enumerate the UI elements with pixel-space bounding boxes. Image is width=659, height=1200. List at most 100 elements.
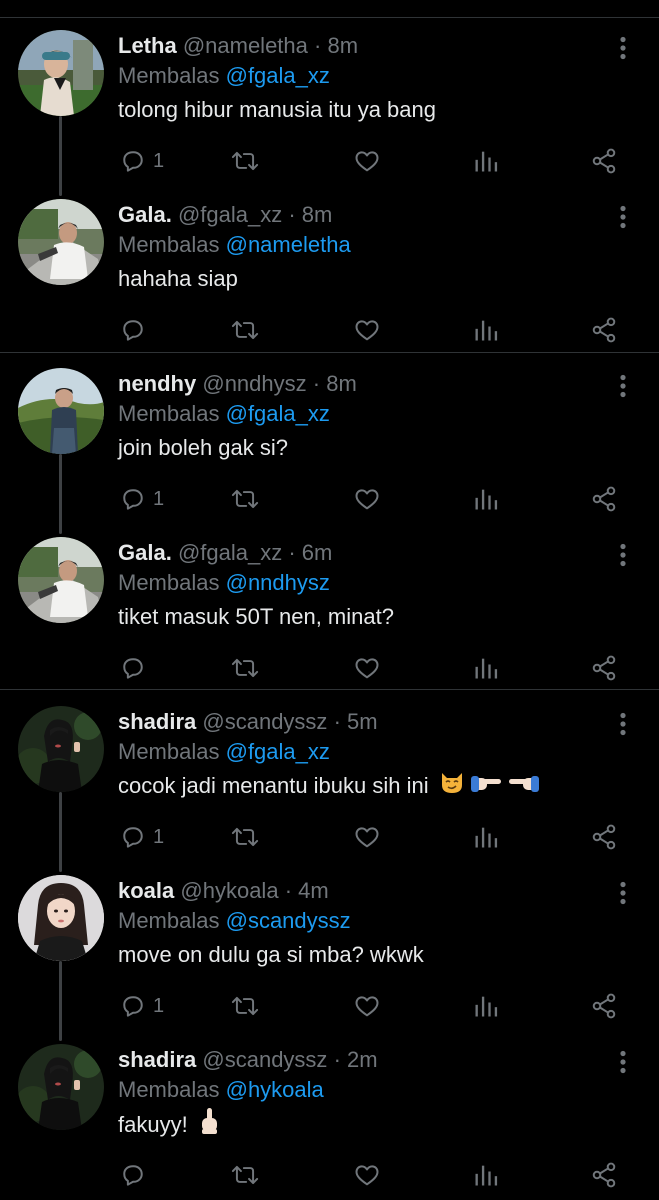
reply-tweet[interactable]: Gala. @fgala_xz · 6m Membalas @nndhysz t… — [0, 525, 659, 693]
reply-button[interactable] — [119, 315, 153, 345]
retweet-button[interactable] — [230, 822, 260, 852]
avatar[interactable] — [18, 368, 104, 454]
timestamp[interactable]: 6m — [302, 540, 333, 565]
avatar[interactable] — [18, 30, 104, 116]
share-button[interactable] — [590, 484, 618, 514]
reply-button[interactable]: 1 — [119, 822, 164, 852]
pointing-right-emoji — [469, 770, 503, 804]
analytics-button[interactable] — [473, 146, 499, 176]
display-name[interactable]: koala — [118, 878, 174, 903]
retweet-button[interactable] — [230, 146, 260, 176]
share-button[interactable] — [590, 315, 618, 345]
user-handle[interactable]: @nndhysz — [202, 371, 306, 396]
share-button[interactable] — [590, 146, 618, 176]
analytics-button[interactable] — [473, 1160, 499, 1190]
more-options-icon[interactable] — [615, 1050, 631, 1074]
timestamp[interactable]: 4m — [298, 878, 329, 903]
analytics-button[interactable] — [473, 484, 499, 514]
analytics-icon — [475, 489, 498, 510]
reply-count: 1 — [153, 149, 165, 172]
replying-to-mention[interactable]: @hykoala — [226, 1077, 324, 1102]
avatar[interactable] — [18, 199, 104, 285]
retweet-button[interactable] — [230, 991, 260, 1021]
reply-icon — [123, 489, 143, 510]
analytics-button[interactable] — [473, 315, 499, 345]
reply-button[interactable] — [119, 1160, 153, 1190]
avatar[interactable] — [18, 706, 104, 792]
reply-count: 1 — [153, 825, 165, 848]
like-button[interactable] — [353, 653, 381, 683]
retweet-icon — [231, 489, 259, 509]
reply-tweet[interactable]: koala @hykoala · 4m Membalas @scandyssz … — [0, 863, 659, 1031]
reply-tweet[interactable]: shadira @scandyssz · 5m Membalas @fgala_… — [0, 694, 659, 862]
user-handle[interactable]: @fgala_xz — [178, 540, 282, 565]
replying-to-mention[interactable]: @nndhysz — [226, 570, 330, 595]
reply-tweet[interactable]: Gala. @fgala_xz · 8m Membalas @nameletha… — [0, 187, 659, 355]
like-button[interactable] — [353, 822, 381, 852]
reply-button[interactable]: 1 — [119, 991, 164, 1021]
replying-to-line: Membalas @nndhysz — [118, 569, 639, 597]
timestamp[interactable]: 2m — [347, 1047, 378, 1072]
like-button[interactable] — [353, 484, 381, 514]
analytics-button[interactable] — [473, 822, 499, 852]
replying-to-mention[interactable]: @fgala_xz — [226, 739, 330, 764]
avatar[interactable] — [18, 1044, 104, 1130]
user-handle[interactable]: @fgala_xz — [178, 202, 282, 227]
user-handle[interactable]: @hykoala — [180, 878, 278, 903]
display-name[interactable]: Letha — [118, 33, 177, 58]
reply-count: 1 — [153, 487, 165, 510]
pointing-left-emoji — [507, 770, 541, 804]
replying-to-mention[interactable]: @fgala_xz — [226, 401, 330, 426]
timestamp[interactable]: 8m — [302, 202, 333, 227]
analytics-button[interactable] — [473, 653, 499, 683]
user-handle[interactable]: @scandyssz — [202, 709, 327, 734]
replying-to-label: Membalas — [118, 739, 220, 764]
replying-to-mention[interactable]: @fgala_xz — [226, 63, 330, 88]
tweet-text: move on dulu ga si mba? wkwk — [118, 938, 639, 972]
reply-tweet[interactable]: nendhy @nndhysz · 8m Membalas @fgala_xz … — [0, 356, 659, 524]
timestamp[interactable]: 8m — [326, 371, 357, 396]
reply-button[interactable]: 1 — [119, 484, 164, 514]
share-icon — [592, 655, 616, 681]
display-name[interactable]: shadira — [118, 709, 196, 734]
retweet-button[interactable] — [230, 653, 260, 683]
reply-tweet[interactable]: Letha @nameletha · 8m Membalas @fgala_xz… — [0, 18, 659, 186]
share-button[interactable] — [590, 653, 618, 683]
analytics-button[interactable] — [473, 991, 499, 1021]
display-name[interactable]: Gala. — [118, 202, 172, 227]
display-name[interactable]: Gala. — [118, 540, 172, 565]
user-handle[interactable]: @scandyssz — [202, 1047, 327, 1072]
avatar[interactable] — [18, 537, 104, 623]
display-name[interactable]: nendhy — [118, 371, 196, 396]
more-options-icon[interactable] — [615, 374, 631, 398]
retweet-button[interactable] — [230, 1160, 260, 1190]
retweet-button[interactable] — [230, 484, 260, 514]
like-button[interactable] — [353, 1160, 381, 1190]
share-button[interactable] — [590, 822, 618, 852]
analytics-icon — [475, 151, 498, 172]
timestamp[interactable]: 8m — [327, 33, 358, 58]
more-options-icon[interactable] — [615, 36, 631, 60]
retweet-button[interactable] — [230, 315, 260, 345]
avatar[interactable] — [18, 875, 104, 961]
reply-tweet[interactable]: shadira @scandyssz · 2m Membalas @hykoal… — [0, 1032, 659, 1200]
analytics-icon — [475, 658, 498, 679]
reply-button[interactable]: 1 — [119, 146, 164, 176]
user-handle[interactable]: @nameletha — [183, 33, 308, 58]
reply-button[interactable] — [119, 653, 153, 683]
like-button[interactable] — [353, 146, 381, 176]
replying-to-line: Membalas @scandyssz — [118, 907, 639, 935]
share-button[interactable] — [590, 991, 618, 1021]
display-name[interactable]: shadira — [118, 1047, 196, 1072]
replying-to-mention[interactable]: @nameletha — [226, 232, 351, 257]
timestamp[interactable]: 5m — [347, 709, 378, 734]
like-button[interactable] — [353, 991, 381, 1021]
more-options-icon[interactable] — [615, 543, 631, 567]
more-options-icon[interactable] — [615, 712, 631, 736]
like-button[interactable] — [353, 315, 381, 345]
share-button[interactable] — [590, 1160, 618, 1190]
share-icon — [592, 317, 616, 343]
replying-to-mention[interactable]: @scandyssz — [226, 908, 351, 933]
more-options-icon[interactable] — [615, 881, 631, 905]
more-options-icon[interactable] — [615, 205, 631, 229]
